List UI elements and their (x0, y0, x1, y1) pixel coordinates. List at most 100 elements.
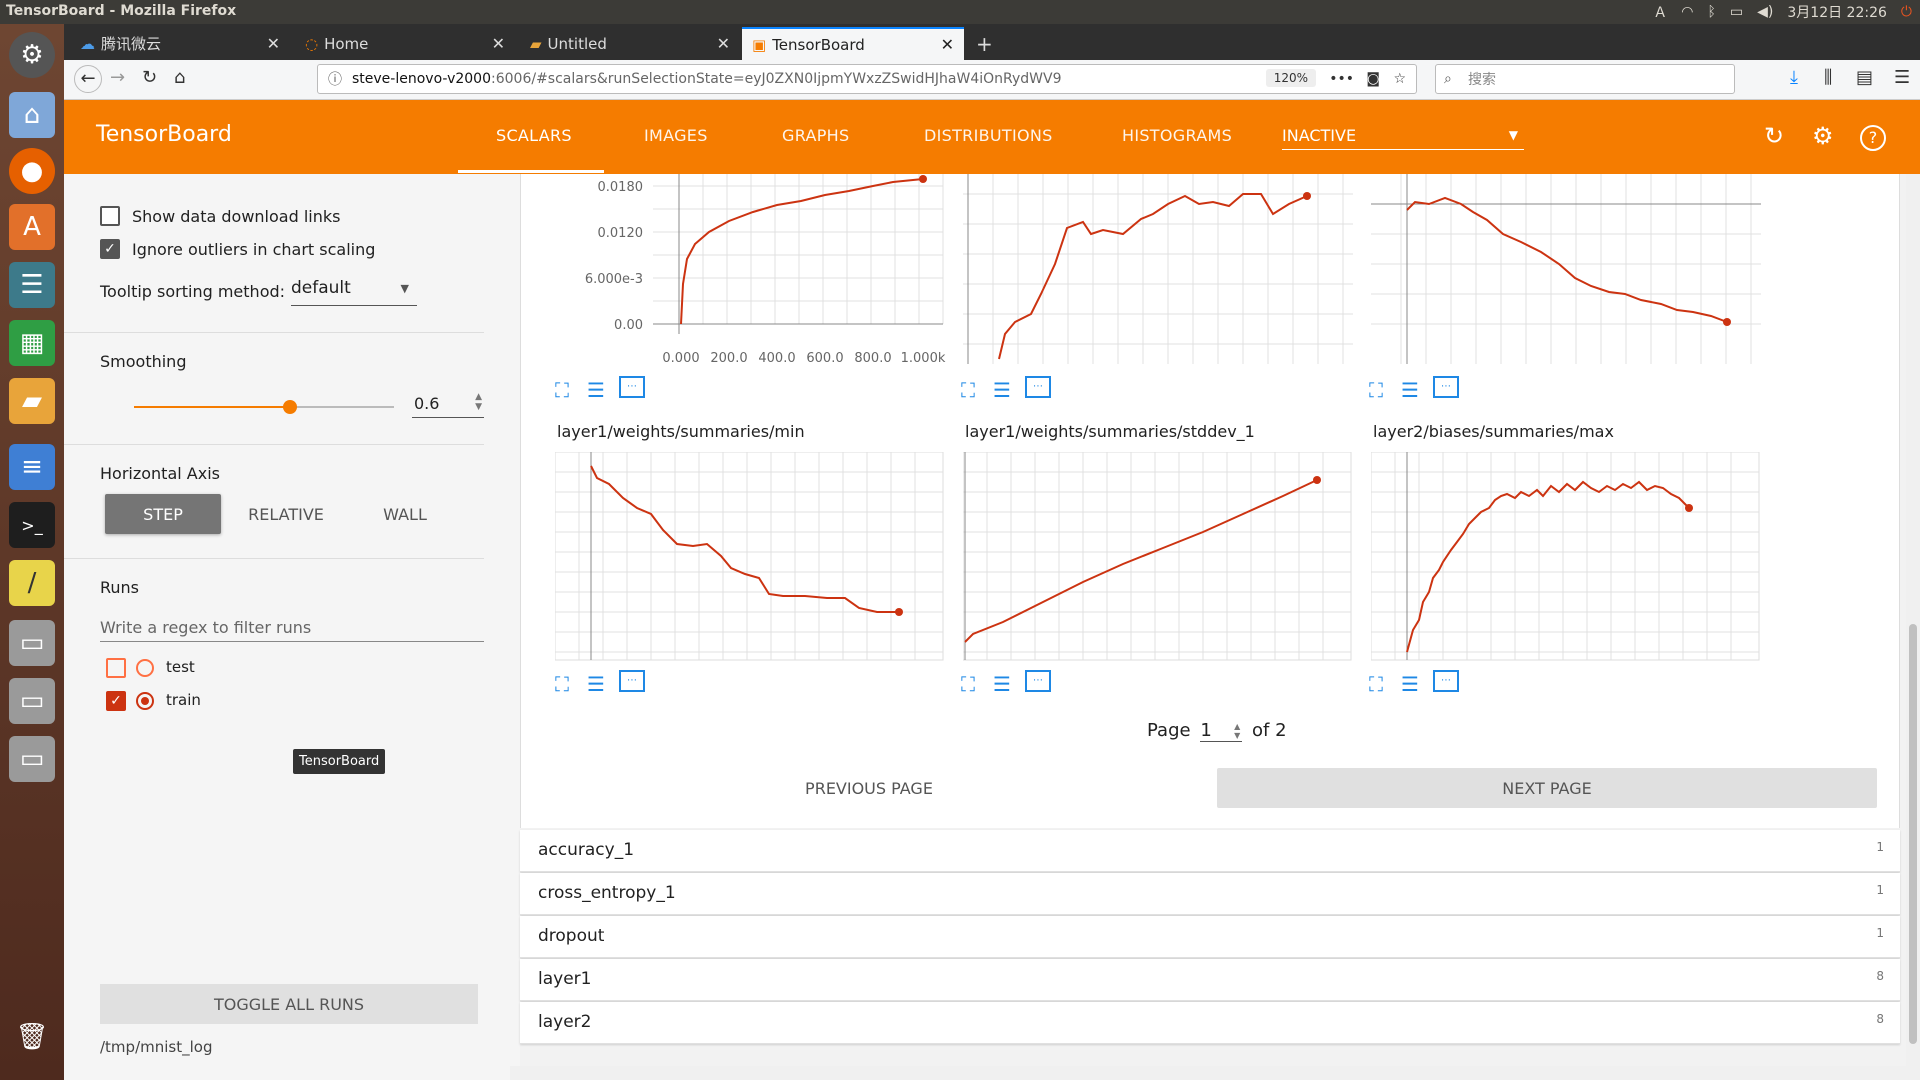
menu-icon[interactable]: ☰ (1894, 67, 1910, 88)
clock[interactable]: 3月12日 22:26 (1787, 2, 1887, 22)
ubuntu-dash-icon[interactable]: ⚙ (9, 32, 55, 78)
close-icon[interactable]: ✕ (492, 34, 505, 53)
battery-icon[interactable]: ▭ (1730, 4, 1743, 20)
slider-knob[interactable] (283, 400, 297, 414)
new-tab-button[interactable]: + (966, 27, 1002, 60)
fullscreen-icon[interactable]: ⛶ (961, 378, 975, 402)
category-pane[interactable]: layer2 8 (520, 1002, 1900, 1044)
ignore-outliers-checkbox[interactable]: ✓ (100, 239, 120, 259)
fullscreen-icon[interactable]: ⛶ (555, 378, 569, 402)
back-icon[interactable]: ← (74, 65, 102, 93)
toggle-log-scale-icon[interactable]: ☰ (993, 378, 1011, 402)
wifi-icon[interactable]: ◠ (1681, 4, 1693, 20)
stepper-icon[interactable]: ▲ ▼ (475, 392, 482, 412)
tab-distributions[interactable]: DISTRIBUTIONS (924, 126, 1053, 145)
category-pane[interactable]: layer1 8 (520, 959, 1900, 1001)
chart-top-left[interactable]: 0.0180 0.0120 6.000e-3 0.00 0.000 200.0 … (553, 174, 953, 379)
software-center-icon[interactable]: A (9, 204, 55, 250)
chart-layer1-weights-min[interactable] (555, 452, 945, 662)
axis-step-button[interactable]: STEP (105, 494, 221, 534)
category-pane[interactable]: dropout 1 (520, 916, 1900, 958)
runs-filter-input[interactable]: Write a regex to filter runs (100, 612, 484, 642)
chart-top-right[interactable] (1371, 174, 1771, 364)
pocket-icon[interactable]: ◙ (1366, 71, 1380, 87)
tab-histograms[interactable]: HISTOGRAMS (1122, 126, 1232, 145)
category-pane[interactable]: cross_entropy_1 1 (520, 873, 1900, 915)
scrollbar-thumb[interactable] (1909, 624, 1917, 1044)
tab-untitled[interactable]: ▰ Untitled ✕ (520, 27, 740, 60)
toggle-log-scale-icon[interactable]: ☰ (587, 672, 605, 696)
toggle-log-scale-icon[interactable]: ☰ (587, 378, 605, 402)
library-icon[interactable]: ⫼ (1824, 67, 1832, 88)
toggle-log-scale-icon[interactable]: ☰ (1401, 378, 1419, 402)
power-icon[interactable]: ⏻ (1901, 4, 1912, 20)
horizontal-scrollbar[interactable] (510, 1066, 1906, 1080)
home-icon[interactable]: ⌂ (174, 67, 185, 88)
stepper-icon[interactable]: ▲ ▼ (1234, 722, 1240, 740)
files-icon[interactable]: ⌂ (9, 92, 55, 138)
fit-domain-icon[interactable]: ⋯ (619, 670, 645, 692)
settings-gear-icon[interactable]: ⚙ (1812, 122, 1834, 150)
fullscreen-icon[interactable]: ⛶ (961, 672, 975, 696)
tab-graphs[interactable]: GRAPHS (782, 126, 849, 145)
tab-home[interactable]: ◌ Home ✕ (295, 27, 515, 60)
writer-icon[interactable]: ≡ (9, 444, 55, 490)
volume-icon[interactable]: ◀) (1757, 4, 1773, 20)
toggle-all-runs-button[interactable]: TOGGLE ALL RUNS (100, 984, 478, 1024)
spreadsheet-icon[interactable]: ▦ (9, 320, 55, 366)
page-actions-icon[interactable]: ••• (1329, 71, 1354, 87)
sidebar-toggle-icon[interactable]: ▤ (1856, 67, 1873, 88)
next-page-button[interactable]: NEXT PAGE (1217, 768, 1877, 808)
bluetooth-icon[interactable]: ᛒ (1708, 4, 1716, 20)
close-icon[interactable]: ✕ (267, 34, 280, 53)
zoom-level[interactable]: 120% (1265, 69, 1316, 87)
close-icon[interactable]: ✕ (717, 34, 730, 53)
tab-images[interactable]: IMAGES (644, 126, 708, 145)
editor-icon[interactable]: / (9, 560, 55, 606)
keyboard-icon[interactable]: Ａ (1653, 2, 1667, 22)
drive-icon-1[interactable]: ▭ (9, 620, 55, 666)
trash-icon[interactable]: 🗑 (9, 1014, 55, 1060)
fullscreen-icon[interactable]: ⛶ (555, 672, 569, 696)
toggle-log-scale-icon[interactable]: ☰ (993, 672, 1011, 696)
bookmark-star-icon[interactable]: ☆ (1393, 71, 1406, 87)
page-number-input[interactable]: 1 ▲ ▼ (1200, 720, 1243, 742)
reload-icon[interactable]: ↻ (1764, 122, 1784, 150)
help-icon[interactable]: ? (1860, 125, 1886, 151)
run-train-checkbox[interactable]: ✓ (106, 691, 126, 711)
fullscreen-icon[interactable]: ⛶ (1369, 672, 1383, 696)
tab-tensorboard[interactable]: ▣ TensorBoard ✕ (742, 27, 964, 60)
inactive-plugins-dropdown[interactable]: INACTIVE ▼ (1282, 126, 1524, 150)
chart-layer2-biases-max[interactable] (1371, 452, 1761, 662)
fit-domain-icon[interactable]: ⋯ (619, 376, 645, 398)
run-train-color-radio[interactable] (136, 692, 154, 710)
impress-icon[interactable]: ▰ (9, 378, 55, 424)
previous-page-button[interactable]: PREVIOUS PAGE (543, 768, 1195, 808)
reload-icon[interactable]: ↻ (142, 67, 157, 88)
search-input[interactable]: ⌕ 搜索 (1435, 64, 1735, 94)
smoothing-slider[interactable] (134, 400, 394, 414)
fit-domain-icon[interactable]: ⋯ (1025, 376, 1051, 398)
smoothing-input[interactable]: 0.6 ▲ ▼ (412, 390, 484, 418)
axis-relative-button[interactable]: RELATIVE (224, 494, 348, 534)
vertical-scrollbar[interactable] (1906, 174, 1920, 1080)
firefox-icon[interactable]: ● (9, 148, 55, 194)
downloads-icon[interactable]: ⤓ (1790, 67, 1798, 88)
fit-domain-icon[interactable]: ⋯ (1433, 376, 1459, 398)
info-icon[interactable]: ⓘ (328, 69, 342, 89)
tab-weiyun[interactable]: ☁ 腾讯微云 ✕ (70, 27, 290, 60)
toggle-log-scale-icon[interactable]: ☰ (1401, 672, 1419, 696)
forward-icon[interactable]: → (110, 67, 125, 88)
run-test-checkbox[interactable] (106, 658, 126, 678)
tab-scalars[interactable]: SCALARS (496, 126, 572, 145)
axis-wall-button[interactable]: WALL (348, 494, 462, 534)
fit-domain-icon[interactable]: ⋯ (1025, 670, 1051, 692)
tooltip-sorting-select[interactable]: default ▼ (291, 278, 417, 306)
category-pane[interactable]: accuracy_1 1 (520, 830, 1900, 872)
drive-icon-2[interactable]: ▭ (9, 678, 55, 724)
url-bar[interactable]: ⓘ steve-lenovo-v2000:6006/#scalars&runSe… (317, 64, 1417, 94)
show-download-links-checkbox[interactable] (100, 206, 120, 226)
fullscreen-icon[interactable]: ⛶ (1369, 378, 1383, 402)
run-test-color-radio[interactable] (136, 659, 154, 677)
close-icon[interactable]: ✕ (941, 35, 954, 54)
